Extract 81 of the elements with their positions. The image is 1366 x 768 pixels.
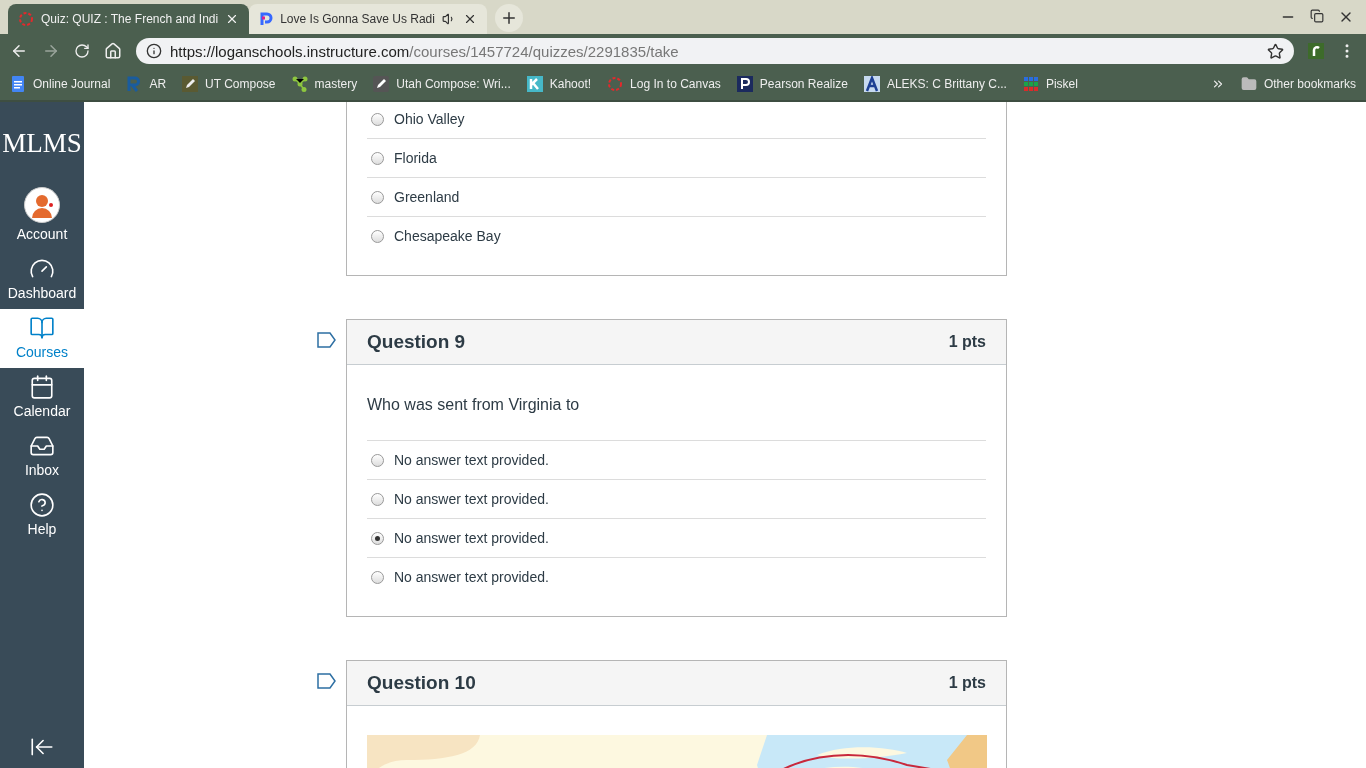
radio-button[interactable]	[371, 151, 384, 165]
info-icon[interactable]	[146, 43, 162, 59]
book-icon	[29, 315, 55, 341]
answer-option[interactable]: No answer text provided.	[367, 441, 986, 479]
nav-item[interactable]: Courses	[0, 309, 84, 368]
school-logo: MLMS	[1, 128, 83, 159]
answer-text: No answer text provided.	[394, 452, 549, 468]
points-label: 1 pts	[948, 333, 986, 351]
star-icon[interactable]	[1267, 42, 1284, 60]
restore-icon[interactable]	[1310, 9, 1324, 23]
grid-icon	[1022, 76, 1039, 92]
nav-item[interactable]: Help	[0, 486, 84, 545]
bookmark-folder[interactable]: Other bookmarks	[1240, 76, 1356, 92]
bookmark-link[interactable]: Kahoot!	[526, 76, 592, 92]
question-title: Question 9	[367, 331, 466, 353]
bookmark-link[interactable]: ALEKS: C Brittany C...	[863, 76, 1007, 92]
bookmark-link[interactable]: Utah Compose: Wri...	[373, 76, 511, 92]
radio-button[interactable]	[371, 531, 384, 545]
flag-icon[interactable]	[317, 332, 337, 350]
answer-text: No answer text provided.	[394, 569, 549, 585]
nav-item[interactable]: Inbox	[0, 427, 84, 486]
browser-tab[interactable]: Quiz: QUIZ : The French and Indi	[8, 4, 250, 34]
browser-tab[interactable]: Love Is Gonna Save Us Radi	[249, 4, 487, 34]
answer-text: Ohio Valley	[394, 111, 465, 127]
answer-option[interactable]: No answer text provided.	[367, 518, 986, 557]
url-text: https://loganschools.instructure.com/courses/1457724/quizzes/2291835/take	[170, 42, 679, 60]
radio-button[interactable]	[371, 570, 384, 584]
pencil-icon	[373, 76, 390, 92]
tab-title: Quiz: QUIZ : The French and Indi	[41, 12, 219, 26]
ring-icon	[18, 11, 34, 27]
answer-text: Greenland	[394, 189, 460, 205]
answer-option[interactable]: Greenland	[367, 177, 986, 216]
a-logo-icon	[863, 76, 880, 92]
tab-title: Love Is Gonna Save Us Radi	[280, 12, 435, 26]
ring-icon	[607, 76, 624, 92]
p-logo-icon	[736, 76, 753, 92]
pencil-icon	[182, 76, 199, 92]
bookmark-link[interactable]: AR	[126, 76, 167, 92]
answer-option[interactable]: No answer text provided.	[367, 479, 986, 518]
bookmark-link[interactable]: Online Journal	[10, 76, 111, 92]
reload-icon[interactable]	[74, 43, 90, 59]
bookmark-link[interactable]: Pearson Realize	[736, 76, 848, 92]
radio-button[interactable]	[371, 453, 384, 467]
answer-text: No answer text provided.	[394, 491, 549, 507]
letter-r-icon	[126, 76, 143, 92]
calendar-icon	[29, 374, 55, 400]
bookmark-link[interactable]: UT Compose	[182, 76, 276, 92]
question-text: Who was sent from Virginia to	[367, 396, 581, 414]
answer-option[interactable]: Chesapeake Bay	[367, 216, 986, 255]
forward-icon[interactable]	[42, 42, 60, 60]
back-icon[interactable]	[10, 42, 28, 60]
address-bar[interactable]: https://loganschools.instructure.com/courses/1457724/quizzes/2291835/take	[136, 38, 1294, 64]
nav-item[interactable]: Calendar	[0, 368, 84, 427]
nodes-icon	[291, 76, 308, 92]
answer-text: No answer text provided.	[394, 530, 549, 546]
nav-item[interactable]: Dashboard	[0, 250, 84, 309]
new-tab-button[interactable]	[494, 4, 523, 32]
radio-button[interactable]	[371, 190, 384, 204]
nav-item[interactable]: Account	[0, 181, 84, 250]
answer-text: Florida	[394, 150, 437, 166]
document-icon	[10, 76, 26, 92]
bookmark-link[interactable]: mastery	[291, 76, 358, 92]
answer-text: Chesapeake Bay	[394, 228, 501, 244]
answer-option[interactable]: Ohio Valley	[367, 102, 986, 138]
answer-option[interactable]: Florida	[367, 138, 986, 177]
answer-option[interactable]: No answer text provided.	[367, 557, 986, 596]
p-logo-icon	[259, 12, 274, 26]
radio-button[interactable]	[371, 229, 384, 243]
extension-icon[interactable]	[1308, 43, 1324, 59]
flag-icon[interactable]	[317, 673, 337, 691]
points-label: 1 pts	[948, 674, 986, 692]
avatar-icon	[24, 187, 60, 223]
radio-button[interactable]	[371, 112, 384, 126]
question-title: Question 10	[367, 672, 476, 694]
bookmark-link[interactable]: Piskel	[1022, 76, 1078, 92]
folder-icon	[1240, 76, 1257, 92]
help-icon	[29, 492, 55, 518]
radio-button[interactable]	[371, 492, 384, 506]
home-icon[interactable]	[104, 42, 122, 60]
k-logo-icon	[526, 76, 543, 92]
bookmark-link[interactable]: Log In to Canvas	[607, 76, 721, 92]
